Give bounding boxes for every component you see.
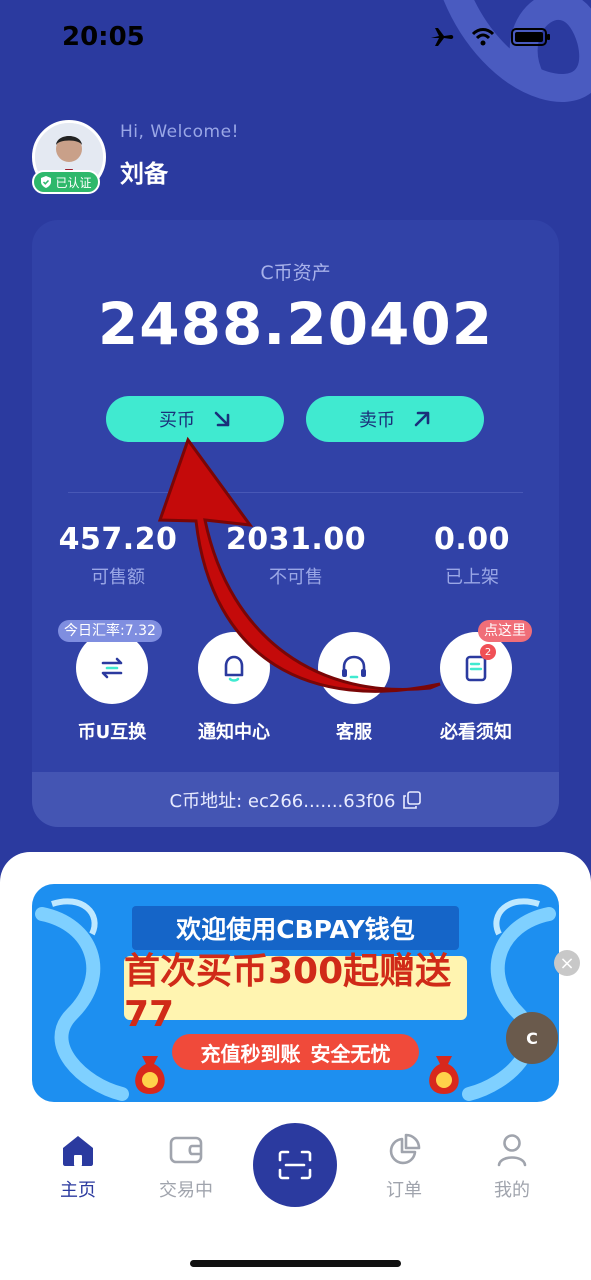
click-here-tag: 点这里 [478,620,532,642]
buy-coin-button[interactable]: 买币 [106,396,284,442]
bell-icon [224,655,244,682]
tab-label: 交易中 [159,1180,213,1201]
user-icon [497,1134,527,1167]
exchange-rate-tag: 今日汇率:7.32 [58,620,162,642]
user-name: 刘备 [120,160,168,188]
shield-check-icon [41,176,52,188]
banner-features: 充值秒到账 安全无忧 [172,1034,419,1070]
tab-profile[interactable]: 我的 [472,1132,552,1202]
promo-banner[interactable]: 欢迎使用CBPAY钱包 首次买币300起赠送77 充值秒到账 安全无忧 [32,884,559,1102]
verified-label: 已认证 [55,175,92,190]
tab-label: 订单 [386,1180,422,1201]
banner-offer-text: 首次买币300起赠送77 [124,951,467,1035]
card-divider [68,492,523,493]
asset-card: C币资产 2488.20402 买币 卖币 457.20 可售额 2031.00… [32,220,559,827]
floating-coin-bag[interactable]: C [506,1012,558,1064]
tool-customer-service[interactable]: 客服 [294,632,414,744]
tool-notification-center[interactable]: 通知中心 [174,632,294,744]
verified-badge: 已认证 [32,170,100,194]
stat-listed: 0.00 已上架 [392,522,552,589]
scan-button[interactable] [253,1123,337,1207]
tab-orders[interactable]: 订单 [364,1132,444,1202]
banner-feature-safe: 安全无忧 [310,1041,391,1066]
tab-trading[interactable]: 交易中 [146,1132,226,1202]
wallet-icon [169,1136,203,1164]
greeting-text: Hi, Welcome! [120,122,239,142]
status-icons [429,26,551,48]
tool-label: 必看须知 [440,722,512,743]
banner-feature-instant: 充值秒到账 [200,1041,301,1066]
tab-label: 主页 [60,1180,96,1201]
status-bar: 20:05 [0,0,591,80]
arrow-up-right-icon [414,411,430,427]
pie-chart-icon [389,1133,421,1165]
stat-value: 0.00 [433,522,511,557]
status-time: 20:05 [62,22,145,52]
tool-icon-circle [198,632,270,704]
sell-coin-button[interactable]: 卖币 [306,396,484,442]
home-icon [63,1136,93,1166]
buy-coin-label: 买币 [159,410,195,431]
stat-value: 2031.00 [225,522,367,557]
money-bag-left-icon [135,1056,165,1094]
coin-address-bar[interactable]: C币地址: ec266.......63f06 [32,772,559,827]
stat-unsellable: 2031.00 不可售 [216,522,376,589]
headset-icon [342,655,366,679]
tool-label: 客服 [336,722,372,743]
sell-coin-label: 卖币 [359,410,395,431]
bottom-tab-bar: 主页 交易中 订单 我的 [0,1118,591,1218]
asset-balance: 2488.20402 [97,290,494,358]
tab-home[interactable]: 主页 [38,1132,118,1202]
tool-icon-circle: 2 [440,632,512,704]
stat-label: 不可售 [269,567,323,588]
copy-icon[interactable] [403,790,422,809]
tool-label: 通知中心 [198,722,270,743]
battery-icon [511,28,550,46]
close-float-icon[interactable]: × [554,950,580,976]
wifi-icon [471,28,495,46]
tab-label: 我的 [494,1180,530,1201]
asset-label: C币资产 [260,262,331,284]
tool-icon-circle [76,632,148,704]
arrow-down-right-icon [214,411,230,427]
tool-coin-u-exchange[interactable]: 币U互换 [52,632,172,744]
stat-label: 可售额 [91,567,145,588]
money-bag-right-icon [429,1056,459,1094]
tool-must-read[interactable]: 2 必看须知 [416,632,536,744]
stat-label: 已上架 [445,567,499,588]
home-indicator[interactable] [190,1260,401,1267]
coin-address-text: C币地址: ec266.......63f06 [169,790,396,812]
tool-label: 币U互换 [77,722,147,743]
stat-value: 457.20 [58,522,178,557]
tool-icon-circle [318,632,390,704]
stat-sellable: 457.20 可售额 [38,522,198,589]
scan-icon [278,1150,312,1180]
airplane-icon [431,28,454,46]
exchange-icon [101,657,123,679]
notice-count-badge: 2 [480,644,496,660]
